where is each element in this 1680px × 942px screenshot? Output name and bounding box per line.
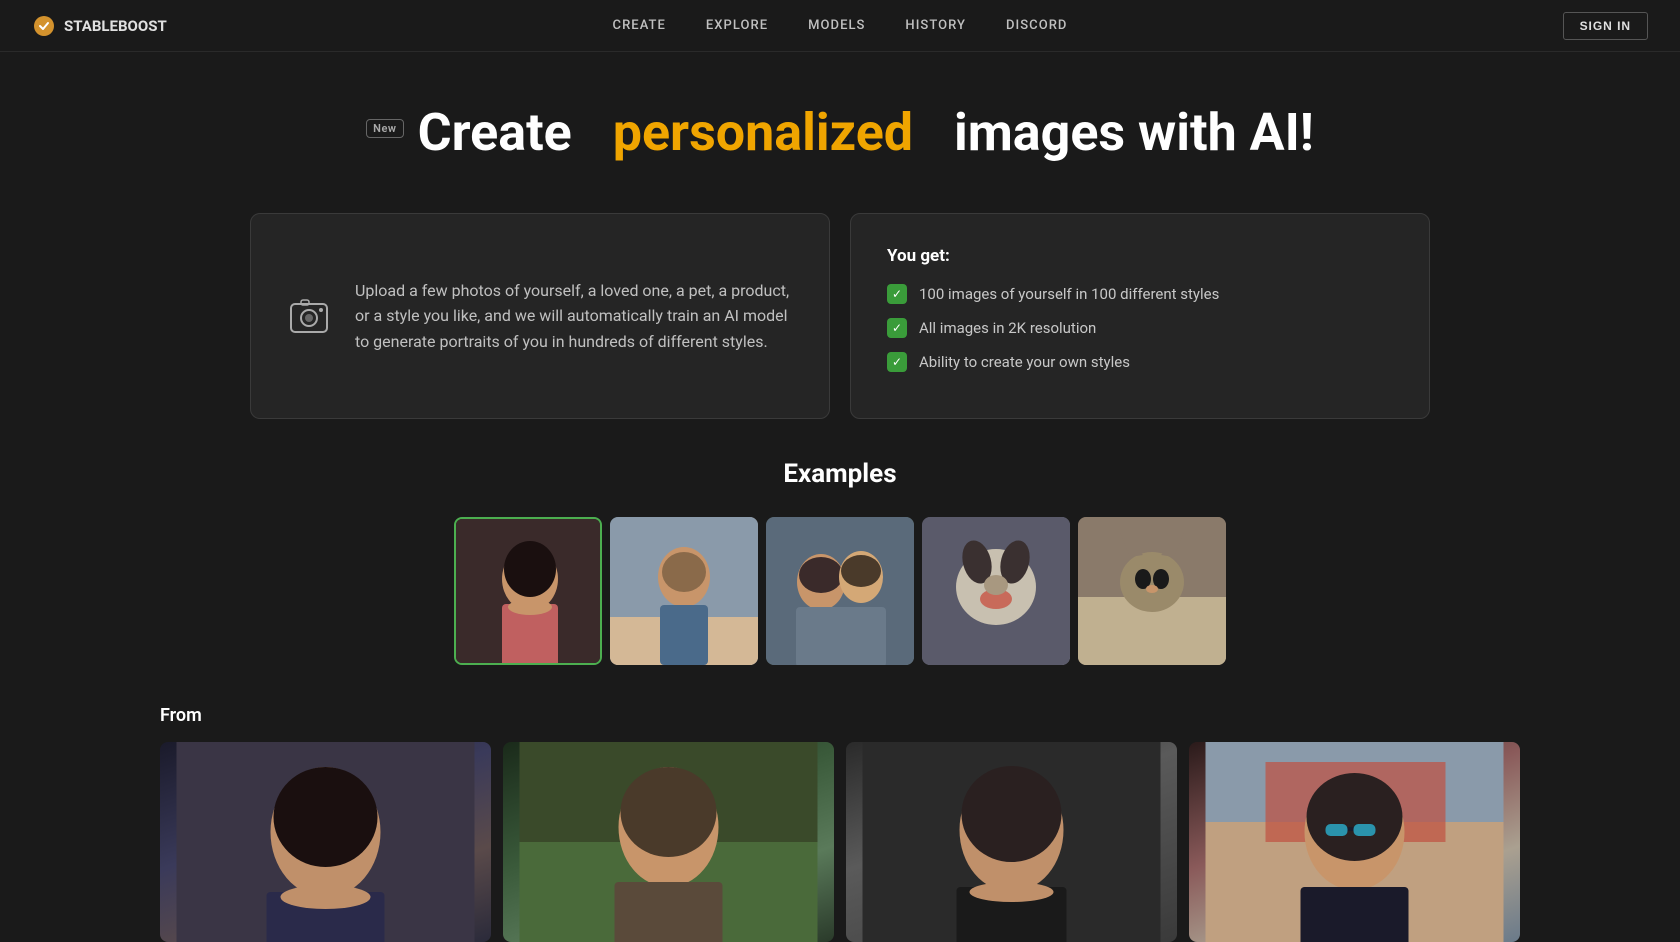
nav-discord[interactable]: DISCORD [1006,18,1067,33]
examples-section: Examples [0,419,1680,685]
benefit-item-2: ✓ All images in 2K resolution [887,318,1393,338]
example-thumb-3[interactable] [766,517,914,665]
upload-card: Upload a few photos of yourself, a loved… [250,213,830,419]
title-prefix: Create [418,102,572,163]
benefits-card: You get: ✓ 100 images of yourself in 100… [850,213,1430,419]
from-section: From [0,685,1680,942]
example-image-2 [610,517,758,665]
from-thumb-1 [160,742,491,942]
check-icon-1: ✓ [887,284,907,304]
from-thumb-3 [846,742,1177,942]
check-icon-2: ✓ [887,318,907,338]
sign-in-button[interactable]: SIGN IN [1563,12,1648,40]
example-image-5 [1078,517,1226,665]
logo-icon [32,14,56,38]
from-grid [160,742,1520,942]
title-suffix: images with AI! [954,102,1314,163]
brand-name: STABLEBOOST [64,17,167,35]
benefit-label-2: All images in 2K resolution [919,319,1096,337]
nav-models[interactable]: MODELS [808,18,865,33]
examples-title: Examples [0,459,1680,489]
nav-explore[interactable]: EXPLORE [706,18,768,33]
example-thumb-5[interactable] [1078,517,1226,665]
example-thumb-1[interactable] [454,517,602,665]
nav-links: CREATE EXPLORE MODELS HISTORY DISCORD [613,18,1068,33]
from-title: From [160,705,1520,726]
check-icon-3: ✓ [887,352,907,372]
example-image-1 [456,519,600,663]
navbar: STABLEBOOST CREATE EXPLORE MODELS HISTOR… [0,0,1680,52]
upload-description: Upload a few photos of yourself, a loved… [355,278,793,355]
logo[interactable]: STABLEBOOST [32,14,167,38]
nav-history[interactable]: HISTORY [905,18,966,33]
benefit-label-1: 100 images of yourself in 100 different … [919,285,1219,303]
example-image-3 [766,517,914,665]
examples-row [0,517,1680,665]
benefit-item-3: ✓ Ability to create your own styles [887,352,1393,372]
title-highlight: personalized [613,102,913,163]
hero-section: New Create personalized images with AI! [0,52,1680,193]
benefit-label-3: Ability to create your own styles [919,353,1130,371]
example-thumb-2[interactable] [610,517,758,665]
example-image-4 [922,517,1070,665]
new-badge: New [366,119,403,138]
nav-create[interactable]: CREATE [613,18,666,33]
benefit-item-1: ✓ 100 images of yourself in 100 differen… [887,284,1393,304]
from-thumb-4 [1189,742,1520,942]
example-thumb-4[interactable] [922,517,1070,665]
cards-row: Upload a few photos of yourself, a loved… [0,213,1680,419]
benefits-title: You get: [887,246,1393,266]
hero-title: New Create personalized images with AI! [0,102,1680,163]
from-thumb-2 [503,742,834,942]
camera-icon [287,294,331,338]
